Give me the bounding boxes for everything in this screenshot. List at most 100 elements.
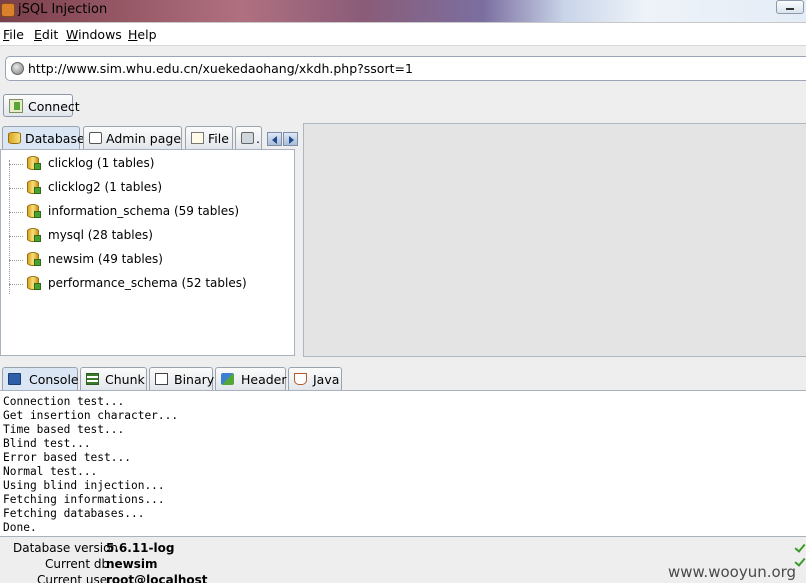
current-db-value: newsim (106, 557, 158, 571)
tab-java[interactable]: Java (288, 367, 342, 390)
tree-item-label: mysql (28 tables) (48, 228, 153, 242)
database-add-icon (27, 252, 41, 267)
database-icon (8, 132, 21, 144)
bottom-tab-bar: Console Chunk Binary Header Java (0, 367, 806, 391)
console-line: Blind test... (3, 437, 91, 450)
tab-console-label: Console (29, 372, 79, 387)
console-line: Error based test... (3, 451, 131, 464)
tab-database-label: Database (25, 131, 85, 146)
tree-item-information-schema[interactable]: information_schema (59 tables) (9, 202, 289, 222)
tree-branch (9, 236, 23, 237)
console-line: Get insertion character... (3, 409, 179, 422)
database-add-icon (27, 156, 41, 171)
connect-button[interactable]: Connect (3, 94, 80, 117)
tab-scroll-arrows (267, 132, 299, 146)
console-output[interactable]: Connection test... Get insertion charact… (0, 390, 806, 537)
webshell-icon (241, 132, 254, 144)
tree-item-label: performance_schema (52 tables) (48, 276, 247, 290)
tree-item-label: newsim (49 tables) (48, 252, 163, 266)
db-version-label: Database version (13, 541, 119, 555)
app-icon (1, 3, 15, 17)
tree-branch (9, 260, 23, 261)
current-user-value: root@localhost (106, 573, 208, 583)
database-add-icon (27, 228, 41, 243)
admin-page-icon (89, 132, 102, 144)
url-field[interactable]: http://www.sim.whu.edu.cn/xuekedaohang/x… (5, 56, 806, 81)
menu-edit[interactable]: Edit (34, 27, 58, 42)
menu-help-label: elp (137, 27, 157, 42)
menu-file-label: ile (9, 27, 24, 42)
binary-icon (155, 373, 168, 385)
menu-file[interactable]: File (3, 27, 24, 42)
url-value[interactable]: http://www.sim.whu.edu.cn/xuekedaohang/x… (28, 61, 413, 76)
tree-item-performance-schema[interactable]: performance_schema (52 tables) (9, 274, 289, 294)
database-add-icon (27, 276, 41, 291)
menu-bar: File Edit Windows Help (0, 22, 806, 46)
menu-help[interactable]: Help (128, 27, 157, 42)
console-line: Normal test... (3, 465, 98, 478)
tab-database[interactable]: Database (2, 126, 85, 149)
console-line: Time based test... (3, 423, 125, 436)
minimize-button[interactable] (776, 0, 804, 14)
console-line: Done. (3, 521, 37, 534)
globe-icon (11, 62, 24, 75)
menu-edit-mnemonic: E (34, 27, 42, 42)
tab-file-label: File (208, 131, 229, 146)
tab-webshell-label: . (256, 131, 260, 146)
database-tree: clicklog (1 tables) clicklog2 (1 tables)… (0, 149, 295, 356)
tree-item-label: clicklog2 (1 tables) (48, 180, 163, 194)
menu-windows-mnemonic: W (66, 27, 79, 42)
scroll-right-arrow-icon[interactable] (283, 132, 298, 146)
menu-windows[interactable]: Windows (66, 27, 122, 42)
tab-header-label: Header (241, 372, 287, 387)
tree-branch (9, 212, 23, 213)
tab-chunk-label: Chunk (105, 372, 145, 387)
chunk-icon (86, 373, 99, 385)
console-line: Fetching informations... (3, 493, 165, 506)
menu-edit-label: dit (41, 27, 59, 42)
header-icon (221, 373, 234, 385)
db-version-value: 5.6.11-log (106, 541, 175, 555)
result-panel (303, 123, 806, 357)
check-icon (794, 543, 806, 553)
splitter[interactable] (0, 362, 806, 366)
tab-file[interactable]: File (185, 126, 233, 149)
tree-branch (9, 284, 23, 285)
tab-console[interactable]: Console (2, 367, 79, 390)
scroll-left-arrow-icon[interactable] (267, 132, 282, 146)
tab-admin-page-label: Admin page (106, 131, 182, 146)
current-db-label: Current db (45, 557, 110, 571)
database-add-icon (27, 180, 41, 195)
tree-branch (9, 188, 23, 189)
connect-icon (9, 99, 23, 113)
menu-help-mnemonic: H (128, 27, 138, 42)
tab-chunk[interactable]: Chunk (80, 367, 147, 390)
console-line: Fetching databases... (3, 507, 145, 520)
window-title: jSQL Injection (18, 2, 108, 17)
watermark-text: www.wooyun.org (668, 563, 797, 581)
current-user-label: Current user (37, 573, 113, 583)
tree-item-clicklog2[interactable]: clicklog2 (1 tables) (9, 178, 289, 198)
tree-item-label: clicklog (1 tables) (48, 156, 155, 170)
tab-binary[interactable]: Binary (149, 367, 215, 390)
tab-header[interactable]: Header (215, 367, 287, 390)
tab-webshell[interactable]: . (235, 126, 262, 149)
menu-windows-label: indows (78, 27, 122, 42)
tree-item-label: information_schema (59 tables) (48, 204, 240, 218)
console-line: Using blind injection... (3, 479, 165, 492)
left-tab-bar: Database Admin page File . (0, 126, 300, 150)
tree-item-clicklog[interactable]: clicklog (1 tables) (9, 154, 289, 174)
tab-admin-page[interactable]: Admin page (83, 126, 182, 149)
tree-branch (9, 164, 23, 165)
console-line: Connection test... (3, 395, 125, 408)
console-icon (8, 373, 21, 385)
title-bar: jSQL Injection (0, 0, 806, 22)
database-add-icon (27, 204, 41, 219)
file-icon (191, 132, 204, 144)
connect-label: Connect (28, 99, 80, 114)
tree-item-newsim[interactable]: newsim (49 tables) (9, 250, 289, 270)
tab-binary-label: Binary (174, 372, 215, 387)
java-icon (294, 373, 307, 385)
tree-item-mysql[interactable]: mysql (28 tables) (9, 226, 289, 246)
tab-java-label: Java (313, 372, 340, 387)
